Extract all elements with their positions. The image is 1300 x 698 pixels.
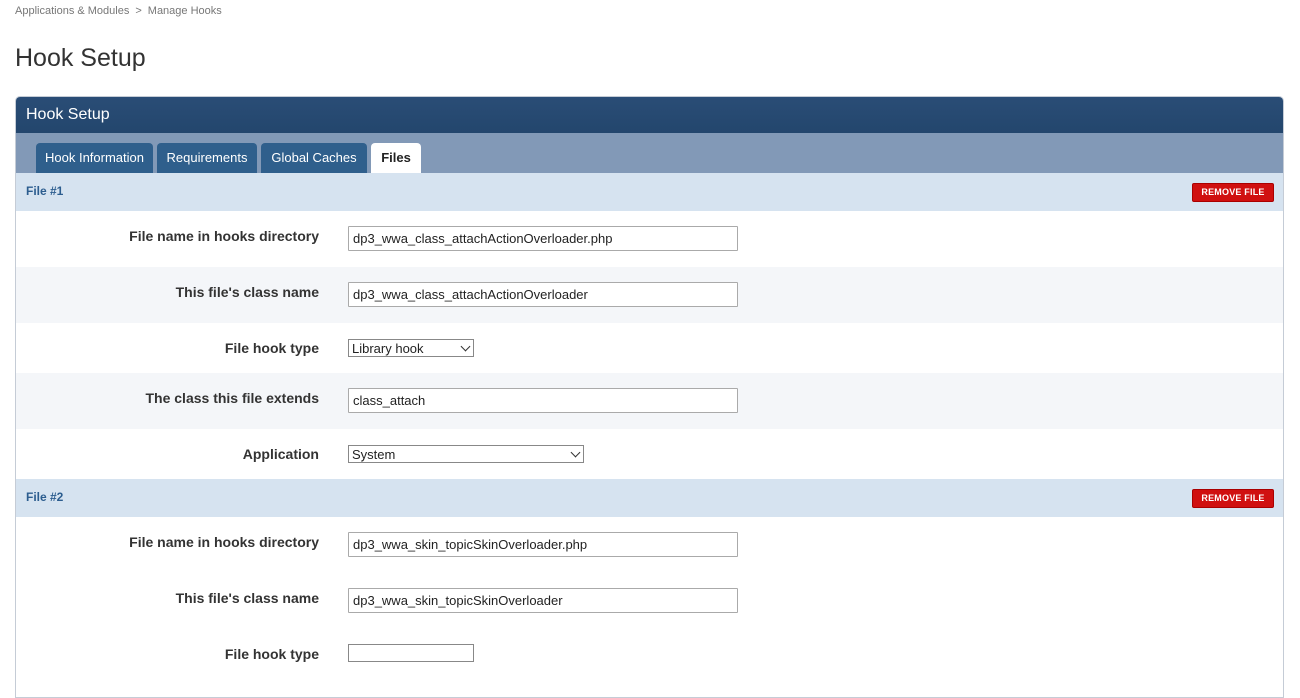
tab-requirements[interactable]: Requirements — [157, 143, 257, 173]
file-1-extends-input[interactable]: class_attach — [348, 388, 738, 413]
extends-label: The class this file extends — [145, 390, 319, 406]
chevron-down-icon — [570, 447, 581, 458]
classname-label: This file's class name — [175, 590, 319, 606]
file-1-classname-row: This file's class name dp3_wwa_class_att… — [16, 267, 1283, 323]
file-2-title: File #2 — [26, 490, 64, 504]
hook-setup-panel: Hook Setup Hook Information Requirements… — [15, 96, 1284, 698]
breadcrumb-item-applications[interactable]: Applications & Modules — [15, 5, 129, 17]
file-1-hooktype-row: File hook type Library hook — [16, 323, 1283, 373]
file-1-header: File #1 REMOVE FILE — [16, 173, 1283, 211]
file-1-extends-row: The class this file extends class_attach — [16, 373, 1283, 429]
file-1-filename-row: File name in hooks directory dp3_wwa_cla… — [16, 211, 1283, 267]
file-1-hooktype-value: Library hook — [352, 341, 424, 356]
filename-label: File name in hooks directory — [129, 228, 319, 244]
application-label: Application — [242, 446, 319, 462]
classname-label: This file's class name — [175, 284, 319, 300]
tab-hook-information[interactable]: Hook Information — [36, 143, 153, 173]
tab-global-caches[interactable]: Global Caches — [261, 143, 367, 173]
file-1-title: File #1 — [26, 184, 64, 198]
file-1-filename-input[interactable]: dp3_wwa_class_attachActionOverloader.php — [348, 226, 738, 251]
panel-header: Hook Setup — [16, 97, 1283, 133]
file-2-classname-row: This file's class name dp3_wwa_skin_topi… — [16, 573, 1283, 629]
file-2-hooktype-row: File hook type — [16, 629, 1283, 679]
breadcrumb-separator: > — [135, 5, 142, 17]
page-title: Hook Setup — [15, 44, 146, 72]
tab-bar: Hook Information Requirements Global Cac… — [16, 133, 1283, 173]
remove-file-2-button[interactable]: REMOVE FILE — [1192, 489, 1274, 508]
tab-files[interactable]: Files — [371, 143, 421, 173]
file-1-classname-input[interactable]: dp3_wwa_class_attachActionOverloader — [348, 282, 738, 307]
file-2-hooktype-select[interactable] — [348, 644, 474, 662]
file-2-header: File #2 REMOVE FILE — [16, 479, 1283, 517]
breadcrumb-item-manage-hooks[interactable]: Manage Hooks — [148, 5, 222, 17]
file-1-hooktype-select[interactable]: Library hook — [348, 339, 474, 357]
breadcrumb: Applications & Modules > Manage Hooks — [15, 5, 222, 17]
file-2-filename-row: File name in hooks directory dp3_wwa_ski… — [16, 517, 1283, 573]
chevron-down-icon — [460, 341, 471, 352]
file-2-classname-input[interactable]: dp3_wwa_skin_topicSkinOverloader — [348, 588, 738, 613]
hooktype-label: File hook type — [224, 646, 319, 662]
file-1-application-select[interactable]: System — [348, 445, 584, 463]
filename-label: File name in hooks directory — [129, 534, 319, 550]
file-2-filename-input[interactable]: dp3_wwa_skin_topicSkinOverloader.php — [348, 532, 738, 557]
file-1-application-row: Application System — [16, 429, 1283, 479]
file-1-application-value: System — [352, 447, 396, 462]
remove-file-1-button[interactable]: REMOVE FILE — [1192, 183, 1274, 202]
hooktype-label: File hook type — [224, 340, 319, 356]
